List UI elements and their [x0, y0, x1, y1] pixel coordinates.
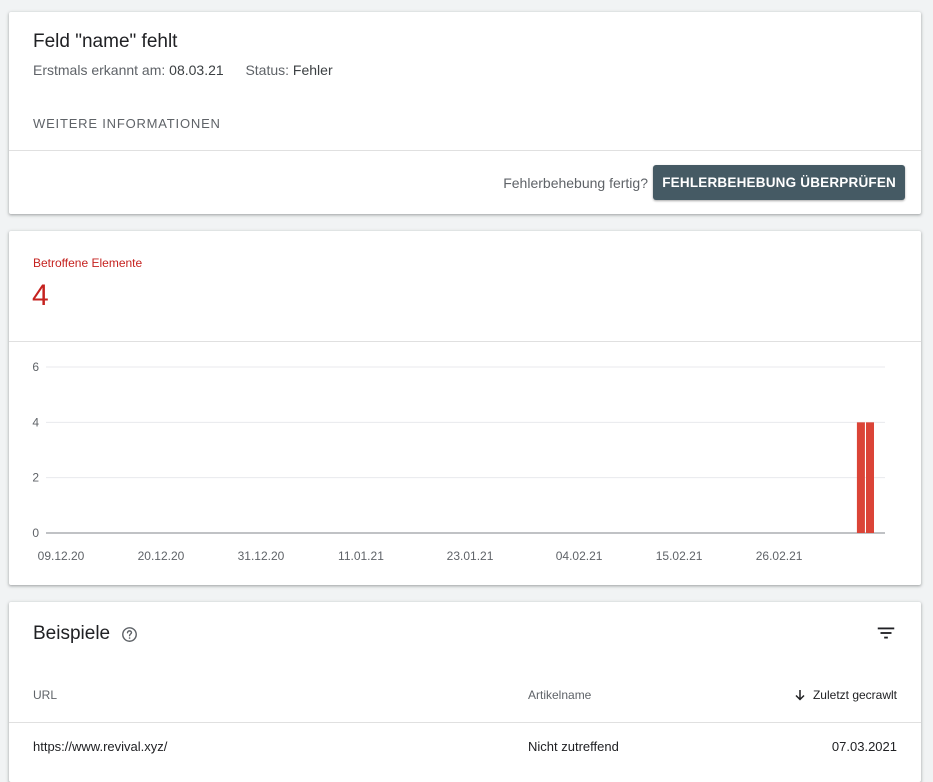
examples-title: Beispiele — [33, 623, 111, 644]
help-circle-icon[interactable] — [121, 626, 138, 643]
validate-fix-button[interactable]: FEHLERBEHEBUNG ÜBERPRÜFEN — [653, 165, 905, 200]
chart-bar[interactable] — [866, 422, 874, 533]
y-tick-label: 6 — [32, 360, 39, 374]
x-tick-label: 15.02.21 — [656, 549, 703, 563]
column-header-article[interactable]: Artikelname — [528, 688, 591, 702]
row-url: https://www.revival.xyz/ — [33, 739, 168, 754]
affected-items-label: Betroffene Elemente — [33, 256, 143, 270]
chart-bar[interactable] — [856, 422, 865, 533]
status-value: Fehler — [292, 62, 333, 78]
y-tick-label: 0 — [32, 526, 39, 540]
row-last-crawled: 07.03.2021 — [831, 739, 897, 754]
x-tick-label: 20.12.20 — [138, 549, 185, 563]
row-article: Nicht zutreffend — [528, 739, 619, 754]
issue-card: Feld "name" fehlt Erstmals erkannt am: 0… — [9, 12, 921, 214]
issue-title: Feld "name" fehlt — [33, 31, 178, 52]
x-tick-label: 31.12.20 — [238, 549, 285, 563]
more-info-link[interactable]: WEITERE INFORMATIONEN — [33, 116, 221, 131]
first-detected-label: Erstmals erkannt am: — [33, 62, 166, 78]
x-tick-label: 23.01.21 — [447, 549, 494, 563]
y-tick-label: 2 — [32, 471, 39, 485]
x-tick-label: 04.02.21 — [556, 549, 603, 563]
sort-arrow-down-icon — [795, 690, 805, 701]
column-header-last-crawled[interactable]: Zuletzt gecrawlt — [794, 688, 897, 702]
divider — [9, 150, 921, 151]
x-tick-label: 26.02.21 — [756, 549, 803, 563]
x-tick-label: 11.01.21 — [338, 549, 384, 563]
x-tick-label: 09.12.20 — [38, 549, 85, 563]
fix-question: Fehlerbehebung fertig? — [503, 175, 648, 191]
filter-icon[interactable] — [875, 622, 897, 644]
column-header-last-crawled-label: Zuletzt gecrawlt — [812, 688, 897, 702]
first-detected-value: 08.03.21 — [169, 62, 224, 78]
examples-card: Beispiele URL Artikelname Zuletzt gecraw… — [9, 602, 921, 782]
y-tick-label: 4 — [32, 415, 39, 429]
affected-items-count: 4 — [32, 279, 49, 312]
affected-items-chart: 0 2 4 6 09.12.20 20.12.20 31.12.20 11.01.21 23.0… — [32, 360, 885, 563]
chart-card: Betroffene Elemente 4 0 2 4 6 09.12.20 20.12.… — [9, 231, 921, 585]
column-header-url[interactable]: URL — [33, 688, 57, 702]
issue-meta: Erstmals erkannt am: 08.03.21 Status: Fe… — [33, 62, 333, 78]
status-label: Status: — [245, 62, 290, 78]
